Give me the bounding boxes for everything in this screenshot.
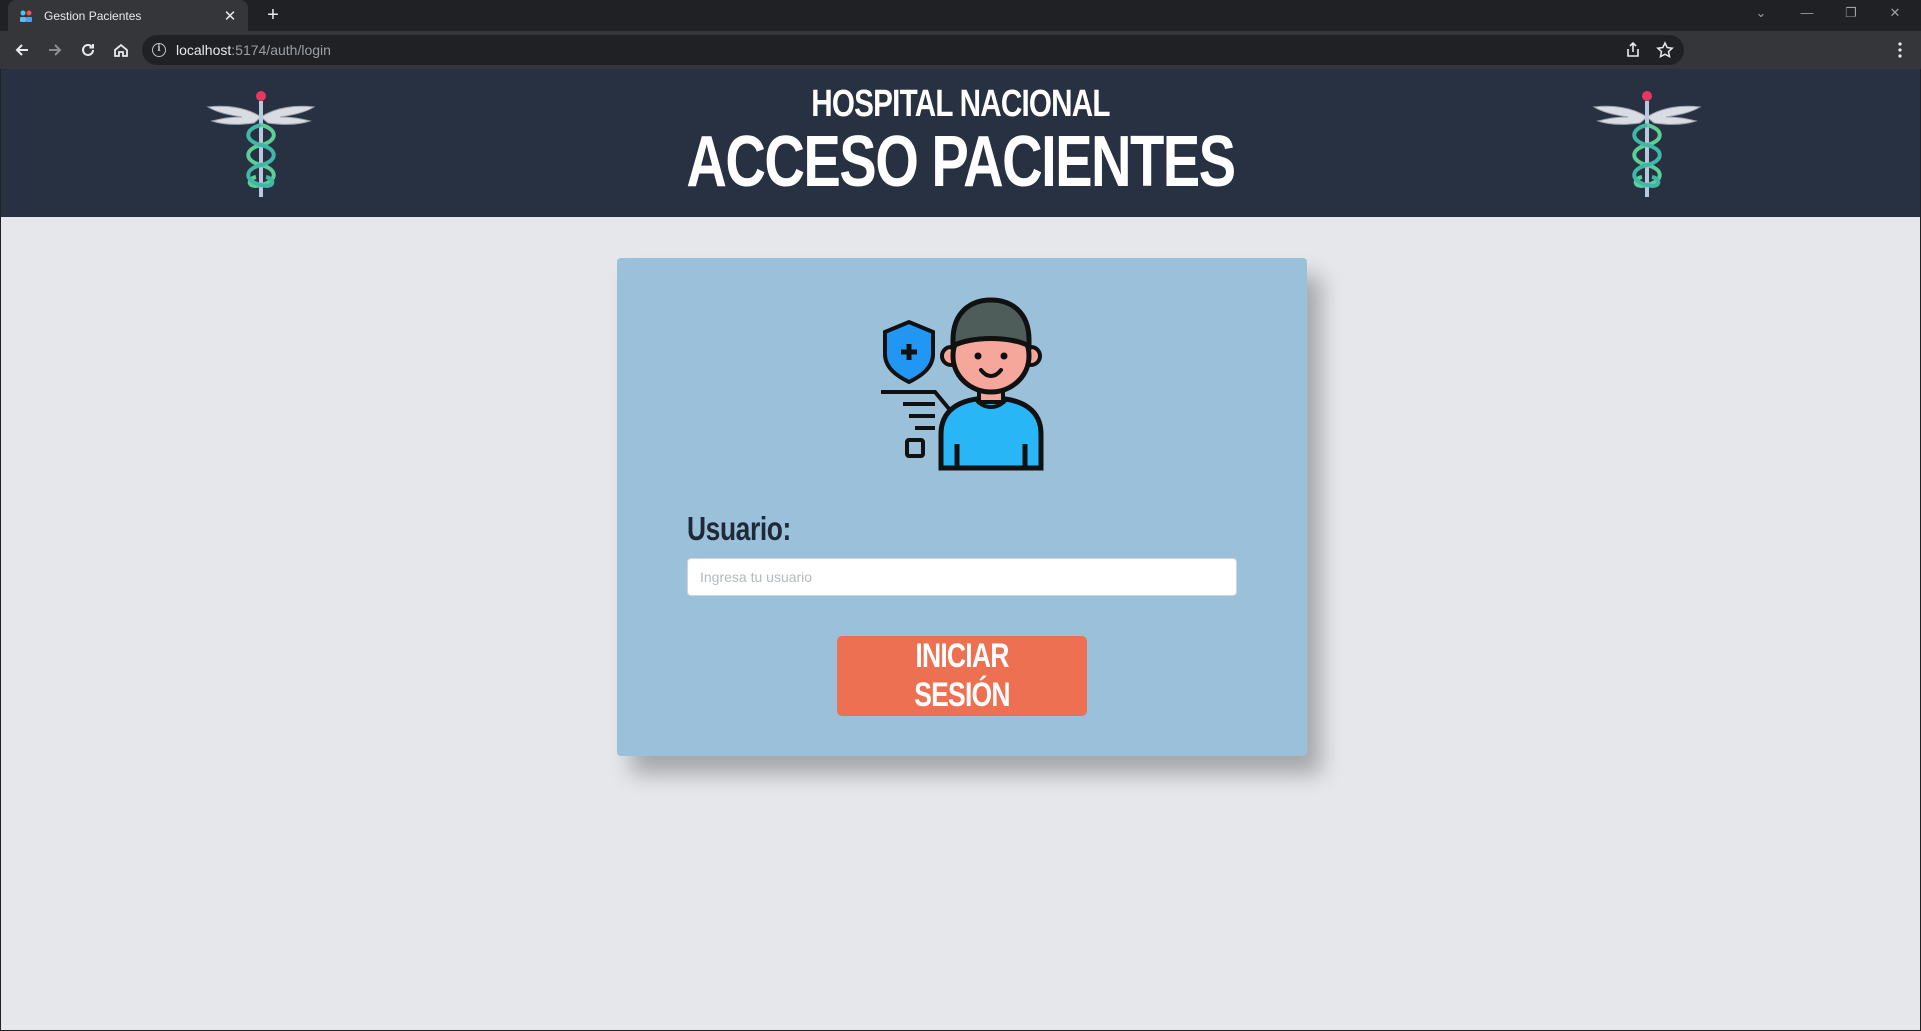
- url-host: localhost: [176, 42, 232, 58]
- patient-avatar-icon: [881, 297, 1044, 471]
- window-close-icon[interactable]: ✕: [1878, 0, 1912, 28]
- url-path: :5174/auth/login: [231, 42, 331, 58]
- browser-toolbar: i localhost:5174/auth/login: [0, 31, 1921, 69]
- share-icon[interactable]: [1624, 41, 1642, 59]
- address-bar[interactable]: i localhost:5174/auth/login: [142, 35, 1684, 65]
- favicon-icon: [18, 8, 34, 24]
- new-tab-button[interactable]: +: [262, 4, 284, 26]
- tab-close-icon[interactable]: ✕: [222, 7, 238, 25]
- browser-tab[interactable]: Gestion Pacientes ✕: [8, 0, 248, 31]
- login-button-label: INICIAR SESIÓN: [914, 637, 1010, 714]
- username-input[interactable]: [687, 558, 1237, 596]
- site-header: HOSPITAL NACIONAL ACCESO PACIENTES: [1, 69, 1920, 217]
- username-label: Usuario:: [687, 510, 791, 547]
- minimize-icon[interactable]: —: [1790, 0, 1824, 28]
- browser-chrome: Gestion Pacientes ✕ + ⌄ — ❐ ✕ i localhos…: [0, 0, 1921, 69]
- caduceus-icon: [1592, 91, 1702, 197]
- bookmark-star-icon[interactable]: [1656, 41, 1674, 59]
- tab-search-icon[interactable]: ⌄: [1744, 0, 1778, 28]
- login-button[interactable]: INICIAR SESIÓN: [837, 636, 1087, 716]
- tab-title: Gestion Pacientes: [44, 8, 142, 23]
- page-viewport: HOSPITAL NACIONAL ACCESO PACIENTES Usuar…: [0, 69, 1921, 1031]
- browser-menu-icon[interactable]: [1891, 41, 1909, 59]
- hospital-name: HOSPITAL NACIONAL: [811, 83, 1110, 125]
- reload-icon[interactable]: [72, 34, 104, 66]
- restore-icon[interactable]: ❐: [1834, 0, 1868, 28]
- back-icon[interactable]: [6, 34, 38, 66]
- home-icon[interactable]: [105, 34, 137, 66]
- forward-icon[interactable]: [39, 34, 71, 66]
- page-heading: ACCESO PACIENTES: [686, 122, 1236, 202]
- tab-strip: Gestion Pacientes ✕ + ⌄ — ❐ ✕: [0, 0, 1921, 31]
- site-info-icon[interactable]: i: [152, 43, 166, 57]
- login-card: Usuario: INICIAR SESIÓN: [617, 258, 1307, 756]
